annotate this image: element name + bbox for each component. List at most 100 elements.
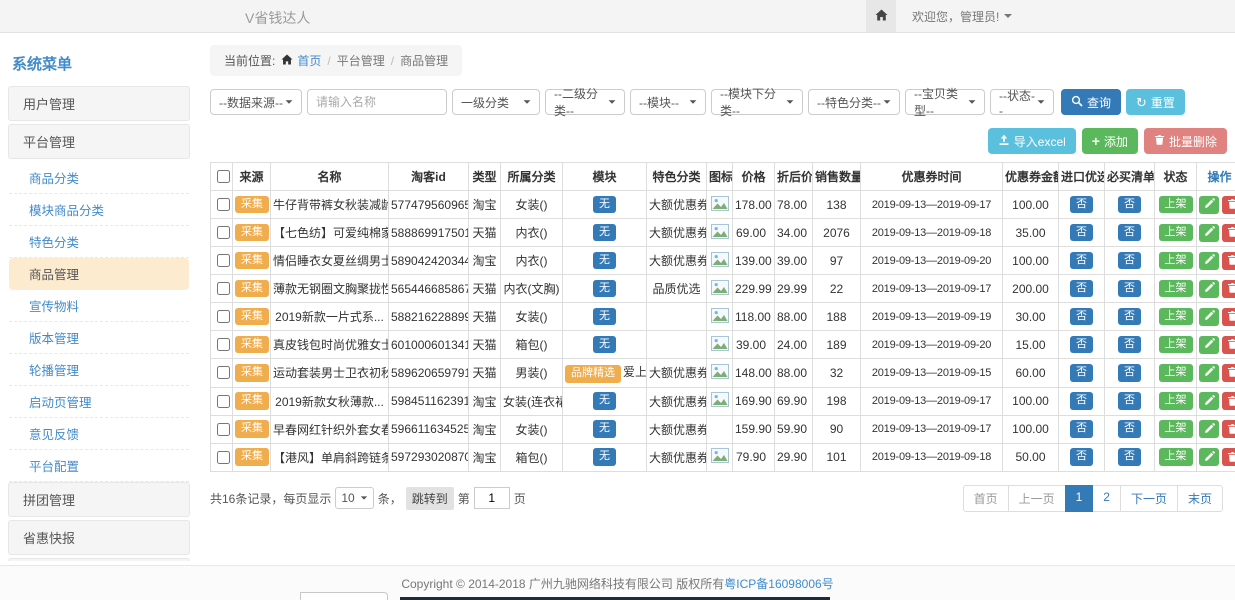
sidebar-item[interactable]: 拼团管理: [8, 482, 190, 517]
sidebar-item[interactable]: 省惠快报: [8, 520, 190, 555]
import-select-badge[interactable]: 否: [1070, 336, 1093, 354]
pager-button[interactable]: 1: [1065, 485, 1094, 512]
delete-button[interactable]: [1222, 392, 1235, 410]
must-buy-badge[interactable]: 否: [1118, 420, 1141, 438]
row-checkbox[interactable]: [217, 198, 230, 211]
status-badge[interactable]: 上架: [1159, 364, 1193, 382]
row-checkbox[interactable]: [217, 254, 230, 267]
sidebar-item[interactable]: 启动页管理: [9, 386, 189, 418]
must-buy-badge[interactable]: 否: [1118, 392, 1141, 410]
module-badge[interactable]: 无: [593, 448, 616, 466]
edit-button[interactable]: [1199, 252, 1219, 270]
delete-button[interactable]: [1222, 196, 1235, 214]
status-badge[interactable]: 上架: [1159, 252, 1193, 270]
edit-button[interactable]: [1199, 364, 1219, 382]
page-number-input[interactable]: [474, 487, 510, 509]
status-badge[interactable]: 上架: [1159, 224, 1193, 242]
import-select-badge[interactable]: 否: [1070, 448, 1093, 466]
reset-button[interactable]: ↻ 重置: [1126, 89, 1185, 115]
pager-button[interactable]: 上一页: [1008, 485, 1066, 512]
status-badge[interactable]: 上架: [1159, 392, 1193, 410]
module-badge[interactable]: 无: [593, 420, 616, 438]
sidebar-item[interactable]: 消息管理: [8, 558, 190, 561]
import-select-badge[interactable]: 否: [1070, 392, 1093, 410]
sidebar-item[interactable]: 特色分类: [9, 226, 189, 258]
breadcrumb-home-link[interactable]: 首页: [297, 52, 321, 69]
must-buy-badge[interactable]: 否: [1118, 364, 1141, 382]
level2-category-select[interactable]: --二级分类--: [545, 89, 625, 115]
sidebar-item[interactable]: 宣传物料: [9, 290, 189, 322]
import-select-badge[interactable]: 否: [1070, 224, 1093, 242]
module-badge[interactable]: 无: [593, 224, 616, 242]
module-badge[interactable]: 品牌精选: [565, 365, 621, 383]
module-badge[interactable]: 无: [593, 252, 616, 270]
icp-link[interactable]: 粤ICP备16098006号: [724, 575, 833, 592]
sidebar-item-active[interactable]: 商品管理: [9, 258, 189, 290]
batch-delete-button[interactable]: 批量删除: [1144, 128, 1227, 154]
module-badge[interactable]: 无: [593, 308, 616, 326]
delete-button[interactable]: [1222, 308, 1235, 326]
must-buy-badge[interactable]: 否: [1118, 308, 1141, 326]
status-badge[interactable]: 上架: [1159, 336, 1193, 354]
sidebar-item[interactable]: 平台管理: [8, 124, 190, 159]
status-select[interactable]: --状态--: [990, 89, 1054, 115]
must-buy-badge[interactable]: 否: [1118, 280, 1141, 298]
delete-button[interactable]: [1222, 280, 1235, 298]
per-page-select[interactable]: 10: [335, 487, 373, 509]
must-buy-badge[interactable]: 否: [1118, 252, 1141, 270]
status-badge[interactable]: 上架: [1159, 448, 1193, 466]
level1-category-select[interactable]: 一级分类: [452, 89, 540, 115]
search-button[interactable]: 查询: [1061, 89, 1121, 115]
pager-button[interactable]: 末页: [1177, 485, 1223, 512]
delete-button[interactable]: [1222, 252, 1235, 270]
edit-button[interactable]: [1199, 336, 1219, 354]
must-buy-badge[interactable]: 否: [1118, 196, 1141, 214]
row-checkbox[interactable]: [217, 338, 230, 351]
status-badge[interactable]: 上架: [1159, 280, 1193, 298]
edit-button[interactable]: [1199, 280, 1219, 298]
pager-button[interactable]: 下一页: [1120, 485, 1178, 512]
module-badge[interactable]: 无: [593, 280, 616, 298]
import-select-badge[interactable]: 否: [1070, 252, 1093, 270]
must-buy-badge[interactable]: 否: [1118, 336, 1141, 354]
delete-button[interactable]: [1222, 420, 1235, 438]
import-select-badge[interactable]: 否: [1070, 196, 1093, 214]
sidebar-item[interactable]: 平台配置: [9, 450, 189, 482]
sidebar-item[interactable]: 版本管理: [9, 322, 189, 354]
row-checkbox[interactable]: [217, 423, 230, 436]
row-checkbox[interactable]: [217, 226, 230, 239]
status-badge[interactable]: 上架: [1159, 308, 1193, 326]
must-buy-badge[interactable]: 否: [1118, 448, 1141, 466]
delete-button[interactable]: [1222, 364, 1235, 382]
select-all-checkbox[interactable]: [217, 170, 230, 183]
add-button[interactable]: + 添加: [1082, 128, 1138, 154]
sidebar-item[interactable]: 商品分类: [9, 162, 189, 194]
home-button[interactable]: [866, 0, 896, 32]
sidebar-item[interactable]: 模块商品分类: [9, 194, 189, 226]
sidebar-item[interactable]: 轮播管理: [9, 354, 189, 386]
row-checkbox[interactable]: [217, 395, 230, 408]
module-badge[interactable]: 无: [593, 336, 616, 354]
user-menu[interactable]: 欢迎您，管理员!: [912, 8, 1012, 25]
jump-to-button[interactable]: 跳转到: [406, 487, 454, 510]
edit-button[interactable]: [1199, 308, 1219, 326]
module-badge[interactable]: 无: [593, 196, 616, 214]
import-excel-button[interactable]: 导入excel: [988, 128, 1076, 154]
status-badge[interactable]: 上架: [1159, 420, 1193, 438]
pager-button[interactable]: 2: [1092, 485, 1121, 512]
must-buy-badge[interactable]: 否: [1118, 224, 1141, 242]
item-type-select[interactable]: --宝贝类型--: [905, 89, 985, 115]
import-select-badge[interactable]: 否: [1070, 308, 1093, 326]
row-checkbox[interactable]: [217, 282, 230, 295]
edit-button[interactable]: [1199, 196, 1219, 214]
row-checkbox[interactable]: [217, 451, 230, 464]
edit-button[interactable]: [1199, 392, 1219, 410]
import-select-badge[interactable]: 否: [1070, 364, 1093, 382]
module-subcategory-select[interactable]: --模块下分类--: [711, 89, 803, 115]
sidebar-item[interactable]: 意见反馈: [9, 418, 189, 450]
edit-button[interactable]: [1199, 224, 1219, 242]
name-input[interactable]: [307, 89, 447, 115]
row-checkbox[interactable]: [217, 310, 230, 323]
edit-button[interactable]: [1199, 448, 1219, 466]
delete-button[interactable]: [1222, 224, 1235, 242]
